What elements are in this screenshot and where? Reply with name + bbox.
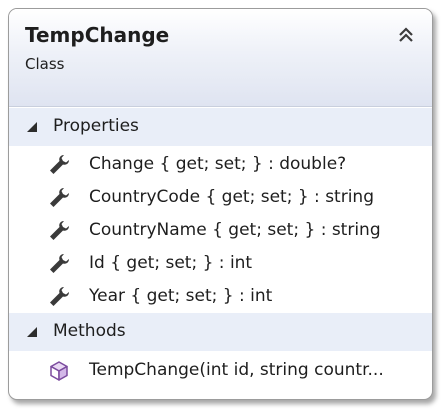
properties-section-header[interactable]: Properties (9, 108, 432, 146)
methods-label: Methods (53, 321, 126, 341)
property-text: Year { get; set; } : int (89, 286, 273, 306)
property-item[interactable]: Change { get; set; } : double? (9, 148, 432, 181)
wrench-icon (50, 287, 69, 306)
wrench-icon (50, 221, 69, 240)
wrench-icon (50, 188, 69, 207)
property-text: CountryCode { get; set; } : string (89, 187, 374, 207)
method-text: TempChange(int id, string countr... (89, 360, 384, 380)
wrench-icon (50, 254, 69, 273)
property-text: Change { get; set; } : double? (89, 154, 347, 174)
collapse-triangle-icon[interactable] (27, 327, 37, 337)
properties-label: Properties (53, 116, 139, 136)
property-item[interactable]: CountryName { get; set; } : string (9, 214, 432, 247)
class-kind: Class (25, 55, 65, 73)
property-item[interactable]: Id { get; set; } : int (9, 247, 432, 280)
property-text: Id { get; set; } : int (89, 253, 253, 273)
double-chevron-up-icon[interactable] (396, 25, 416, 45)
wrench-icon (50, 155, 69, 174)
method-cube-icon (50, 361, 68, 381)
property-item[interactable]: Year { get; set; } : int (9, 280, 432, 313)
class-header[interactable]: TempChange Class (9, 9, 432, 107)
methods-section-header[interactable]: Methods (9, 313, 432, 351)
property-item[interactable]: CountryCode { get; set; } : string (9, 181, 432, 214)
collapse-triangle-icon[interactable] (27, 122, 37, 132)
property-text: CountryName { get; set; } : string (89, 220, 381, 240)
class-name: TempChange (25, 23, 170, 47)
method-item[interactable]: TempChange(int id, string countr... (9, 354, 432, 387)
class-shape[interactable]: TempChange Class Properties Change { get… (8, 8, 433, 400)
